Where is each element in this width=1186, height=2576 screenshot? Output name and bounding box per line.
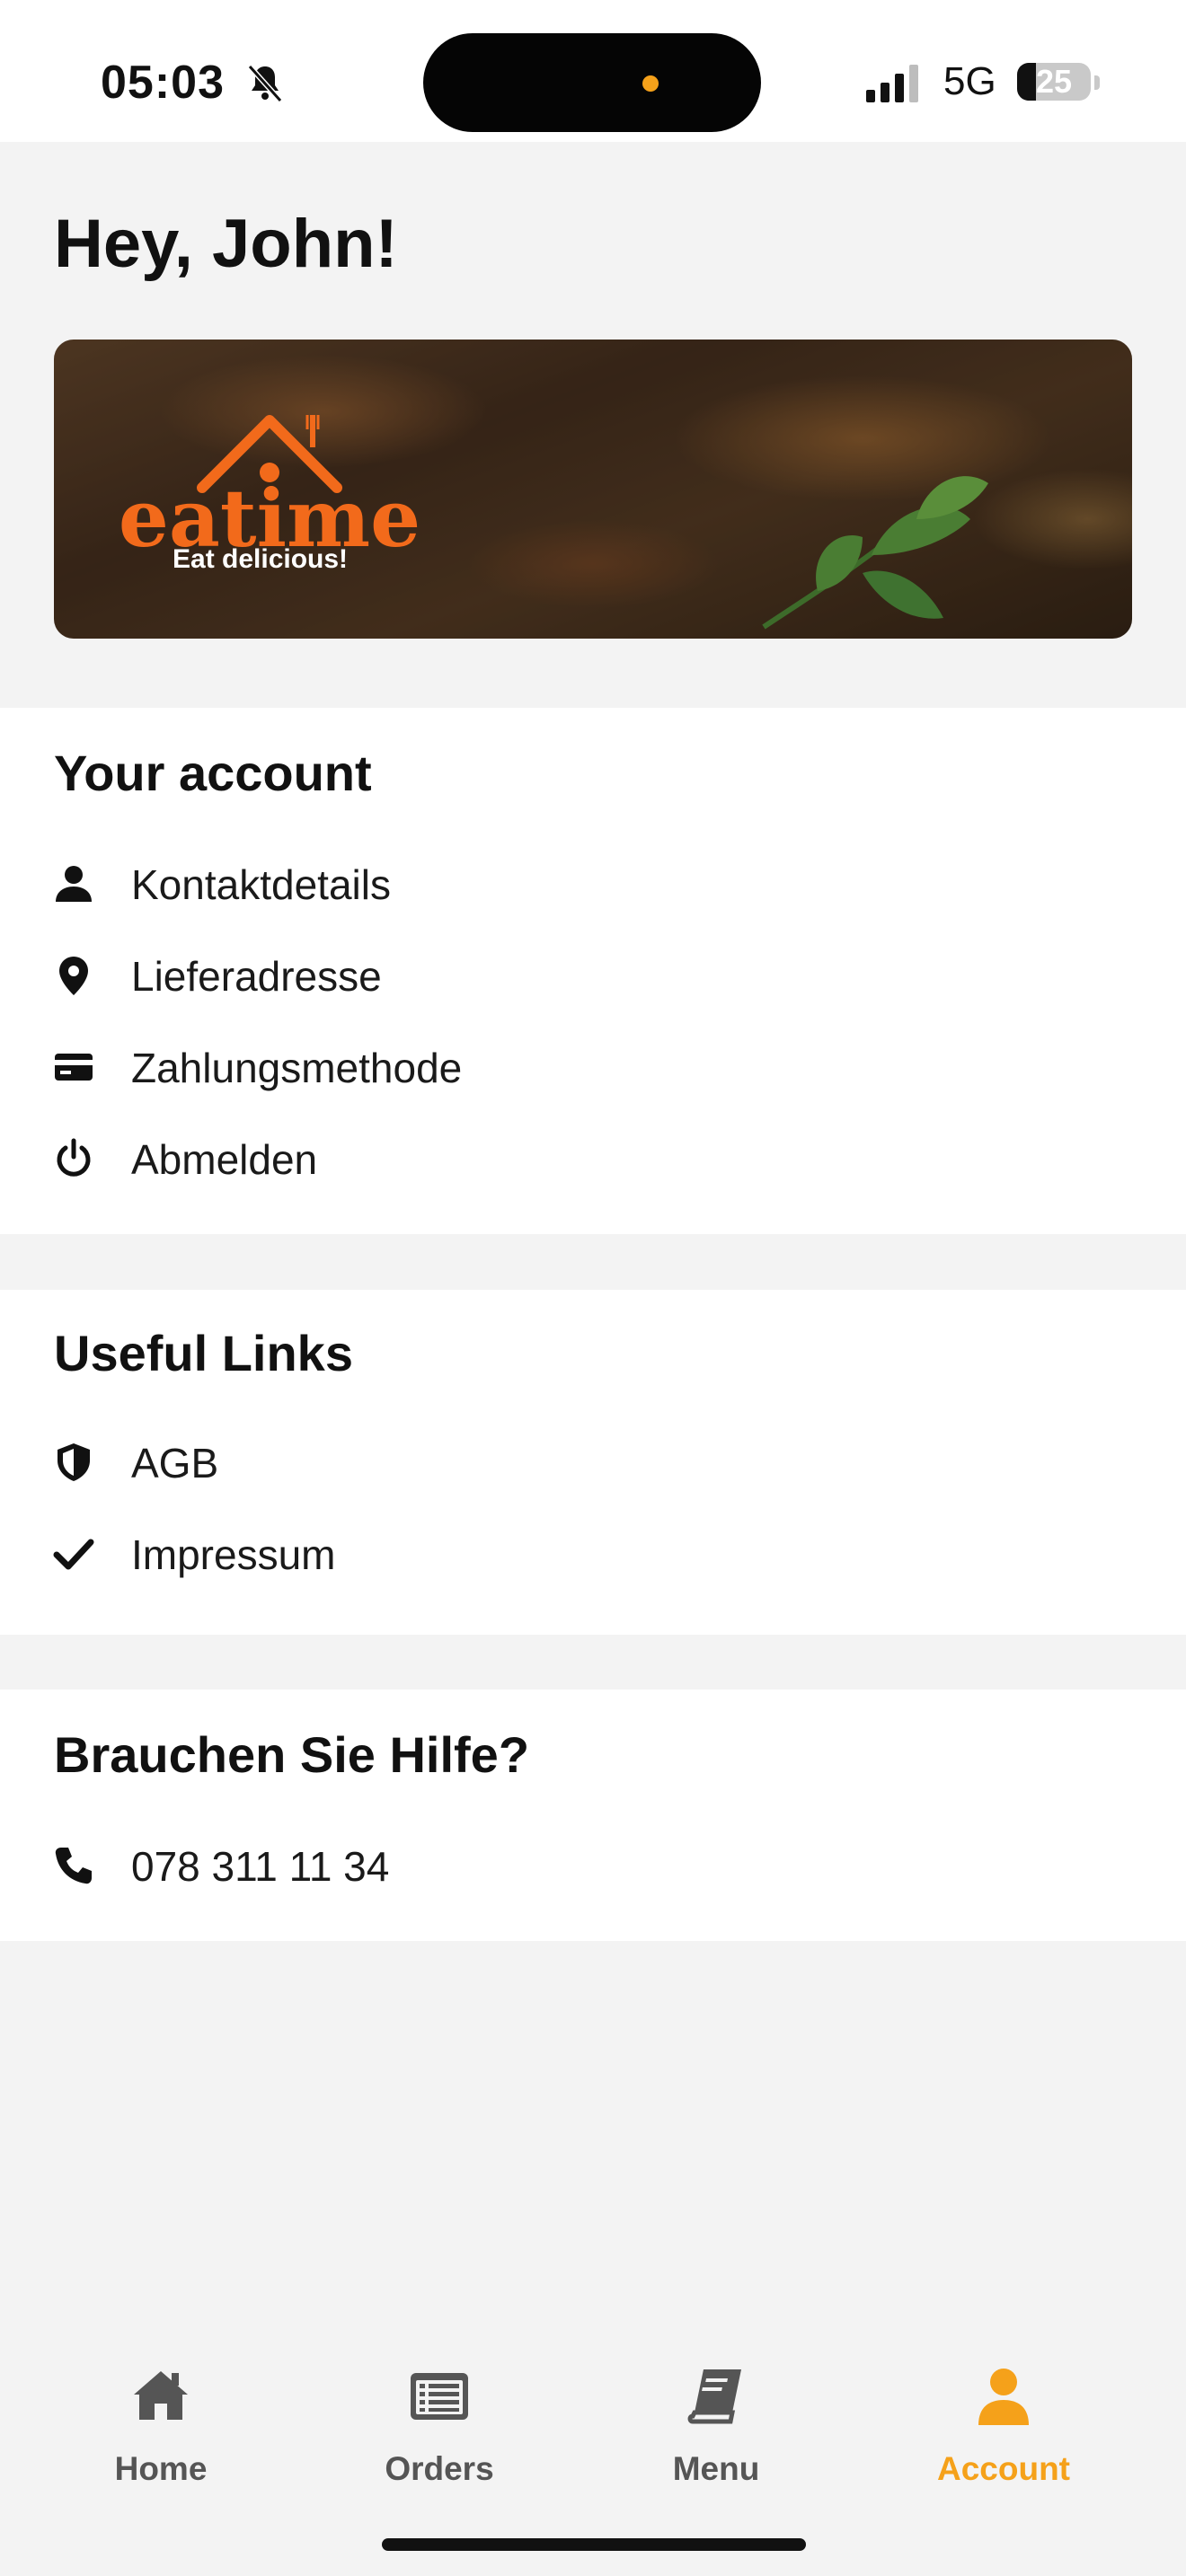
status-bar: 05:03 5G 25 <box>0 0 1186 142</box>
account-item-delivery-address[interactable]: Lieferadresse <box>0 934 1186 1015</box>
phone-icon <box>55 1848 92 1884</box>
promo-banner: eatime Eat delicious! <box>54 340 1132 639</box>
cellular-signal-icon <box>866 65 918 102</box>
orders-list-icon <box>411 2373 468 2420</box>
battery-cap <box>1094 75 1100 90</box>
bell-muted-icon <box>247 64 283 103</box>
account-item-label: Abmelden <box>131 1136 318 1183</box>
nav-tab-label: Account <box>937 2450 1070 2487</box>
link-item-label: AGB <box>131 1440 219 1486</box>
account-item-label: Kontaktdetails <box>131 861 391 908</box>
account-icon <box>978 2369 1029 2425</box>
privacy-indicator-dot <box>642 75 659 92</box>
help-section: Brauchen Sie Hilfe? 078 311 11 34 <box>0 1689 1186 1941</box>
checkmark-icon <box>53 1539 94 1570</box>
help-phone-number: 078 311 11 34 <box>131 1843 390 1890</box>
battery-icon: 25 <box>1017 63 1091 101</box>
nav-tab-label: Home <box>114 2450 208 2487</box>
link-item-agb[interactable]: AGB <box>0 1421 1186 1502</box>
home-icon <box>134 2371 188 2420</box>
parsley-garnish-icon <box>762 476 988 630</box>
useful-links-section: Useful Links AGB Impressum <box>0 1290 1186 1635</box>
useful-links-title: Useful Links <box>54 1325 353 1381</box>
nav-tab-account[interactable]: Account <box>905 2366 1102 2510</box>
account-item-payment-method[interactable]: Zahlungsmethode <box>0 1026 1186 1107</box>
status-time: 05:03 <box>101 57 225 109</box>
credit-card-icon <box>55 1054 93 1081</box>
account-item-logout[interactable]: Abmelden <box>0 1117 1186 1198</box>
location-pin-icon <box>59 957 88 995</box>
account-item-contact-details[interactable]: Kontaktdetails <box>0 842 1186 923</box>
page-greeting: Hey, John! <box>54 206 398 282</box>
account-section-title: Your account <box>54 745 372 801</box>
nav-tab-label: Orders <box>385 2450 494 2487</box>
nav-tab-menu[interactable]: Menu <box>617 2366 815 2510</box>
power-icon <box>57 1138 91 1177</box>
dynamic-island <box>423 33 761 132</box>
person-icon <box>56 866 92 902</box>
menu-book-icon <box>687 2369 741 2424</box>
account-item-label: Zahlungsmethode <box>131 1045 463 1091</box>
home-indicator[interactable] <box>382 2538 806 2551</box>
shield-icon <box>58 1443 90 1481</box>
help-section-title: Brauchen Sie Hilfe? <box>54 1726 530 1783</box>
network-type: 5G <box>943 59 996 103</box>
link-item-impressum[interactable]: Impressum <box>0 1513 1186 1593</box>
help-phone-item[interactable]: 078 311 11 34 <box>0 1824 1186 1905</box>
nav-tab-orders[interactable]: Orders <box>341 2366 538 2510</box>
brand-tagline: Eat delicious! <box>173 544 349 574</box>
account-item-label: Lieferadresse <box>131 953 382 1000</box>
link-item-label: Impressum <box>131 1531 336 1578</box>
nav-tab-label: Menu <box>672 2450 760 2487</box>
account-section: Your account Kontaktdetails Lieferadress… <box>0 708 1186 1234</box>
battery-level: 25 <box>1035 63 1073 100</box>
nav-tab-home[interactable]: Home <box>62 2366 260 2510</box>
